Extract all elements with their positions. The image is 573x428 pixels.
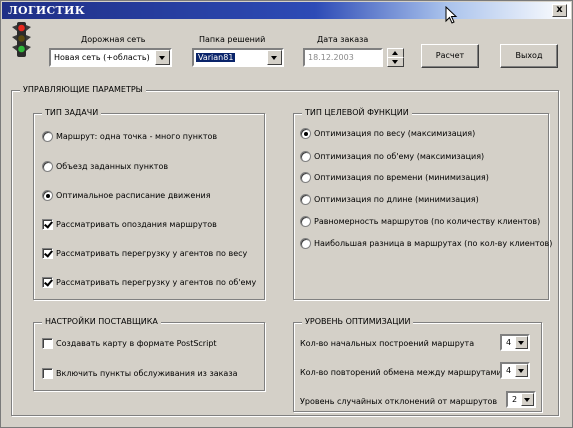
- chevron-down-icon[interactable]: [521, 393, 534, 406]
- control-params-title: УПРАВЛЯЮЩИЕ ПАРАМЕТРЫ: [20, 85, 146, 94]
- target-option-radio[interactable]: Оптимизация по об'ему (максимизация): [300, 151, 484, 162]
- target-function-title: ТИП ЦЕЛЕВОЙ ФУНКЦИИ: [302, 108, 412, 117]
- radio-selected-icon[interactable]: [42, 190, 53, 201]
- close-icon: x: [556, 4, 563, 15]
- exchange-repeats-select[interactable]: 4: [500, 362, 530, 379]
- task-type-title: ТИП ЗАДАЧИ: [42, 108, 102, 117]
- network-combo[interactable]: Новая сеть (+область): [49, 48, 172, 67]
- checkbox-icon[interactable]: [42, 368, 53, 379]
- date-label: Дата заказа: [317, 35, 369, 44]
- target-option-radio[interactable]: Оптимизация по весу (максимизация): [300, 128, 475, 139]
- target-option-radio[interactable]: Наибольшая разница в маршрутах (по кол-в…: [300, 238, 552, 249]
- target-function-group: ТИП ЦЕЛЕВОЙ ФУНКЦИИ Оптимизация по весу …: [293, 108, 552, 300]
- network-label: Дорожная сеть: [81, 35, 146, 44]
- spin-down-icon[interactable]: [387, 57, 404, 67]
- radio-selected-icon[interactable]: [300, 128, 311, 139]
- task-option-radio[interactable]: Оптимальное расписание движения: [42, 190, 211, 201]
- chevron-down-icon[interactable]: [515, 364, 528, 377]
- date-field[interactable]: 18.12.2003: [303, 48, 383, 67]
- exit-button[interactable]: Выход: [500, 44, 558, 68]
- radio-icon[interactable]: [300, 216, 311, 227]
- task-checkbox[interactable]: Рассматривать опоздания маршрутов: [42, 219, 217, 230]
- mouse-pointer-icon: [445, 6, 458, 24]
- checkbox-checked-icon[interactable]: [42, 248, 53, 259]
- checkbox-checked-icon[interactable]: [42, 277, 53, 288]
- radio-icon[interactable]: [42, 131, 53, 142]
- radio-icon[interactable]: [300, 238, 311, 249]
- task-option-radio[interactable]: Объезд заданных пунктов: [42, 161, 168, 172]
- calculate-button[interactable]: Расчет: [421, 44, 479, 68]
- radio-icon[interactable]: [300, 172, 311, 183]
- network-value: Новая сеть (+область): [54, 53, 150, 62]
- initial-builds-select[interactable]: 4: [500, 334, 530, 351]
- supplier-settings-group: НАСТРОЙКИ ПОСТАВЩИКА Создавать карту в ф…: [33, 317, 265, 391]
- folder-combo[interactable]: Varian81: [192, 48, 284, 67]
- task-checkbox[interactable]: Рассматривать перегрузку у агентов по об…: [42, 277, 256, 288]
- opt-row-label: Кол-во повторений обмена между маршрутам…: [300, 368, 502, 377]
- target-option-radio[interactable]: Оптимизация по длине (минимизация): [300, 194, 479, 205]
- chevron-down-icon[interactable]: [515, 336, 528, 349]
- opt-row-label: Уровень случайных отклонений от маршруто…: [300, 397, 498, 406]
- supplier-checkbox[interactable]: Создавать карту в формате PostScript: [42, 338, 217, 349]
- radio-icon[interactable]: [300, 151, 311, 162]
- radio-icon[interactable]: [300, 194, 311, 205]
- window-title: ЛОГИСТИК: [8, 4, 86, 17]
- opt-row-label: Кол-во начальных построений маршрута: [300, 339, 475, 348]
- radio-icon[interactable]: [42, 161, 53, 172]
- optimization-level-title: УРОВЕНЬ ОПТИМИЗАЦИИ: [302, 317, 414, 326]
- target-option-radio[interactable]: Оптимизация по времени (минимизация): [300, 172, 489, 183]
- folder-value: Varian81: [196, 53, 236, 62]
- random-deviation-select[interactable]: 2: [506, 391, 536, 408]
- supplier-settings-title: НАСТРОЙКИ ПОСТАВЩИКА: [42, 317, 161, 326]
- date-spinner[interactable]: [387, 48, 404, 67]
- task-option-radio[interactable]: Маршрут: одна точка - много пунктов: [42, 131, 217, 142]
- date-value: 18.12.2003: [308, 53, 354, 62]
- close-button[interactable]: x: [552, 4, 567, 17]
- folder-label: Папка решений: [199, 35, 266, 44]
- task-type-group: ТИП ЗАДАЧИ Маршрут: одна точка - много п…: [33, 108, 265, 300]
- traffic-light-icon: [12, 22, 31, 57]
- supplier-checkbox[interactable]: Включить пункты обслуживания из заказа: [42, 368, 237, 379]
- title-bar[interactable]: ЛОГИСТИК x: [2, 2, 571, 24]
- optimization-level-group: УРОВЕНЬ ОПТИМИЗАЦИИ Кол-во начальных пос…: [293, 317, 542, 412]
- logistic-window: ЛОГИСТИК x Дорожная сеть Новая сеть (+об…: [0, 0, 573, 428]
- task-checkbox[interactable]: Рассматривать перегрузку у агентов по ве…: [42, 248, 247, 259]
- checkbox-checked-icon[interactable]: [42, 219, 53, 230]
- chevron-down-icon[interactable]: [267, 50, 282, 65]
- target-option-radio[interactable]: Равномерность маршрутов (по количеству к…: [300, 216, 540, 227]
- checkbox-icon[interactable]: [42, 338, 53, 349]
- chevron-down-icon[interactable]: [155, 50, 170, 65]
